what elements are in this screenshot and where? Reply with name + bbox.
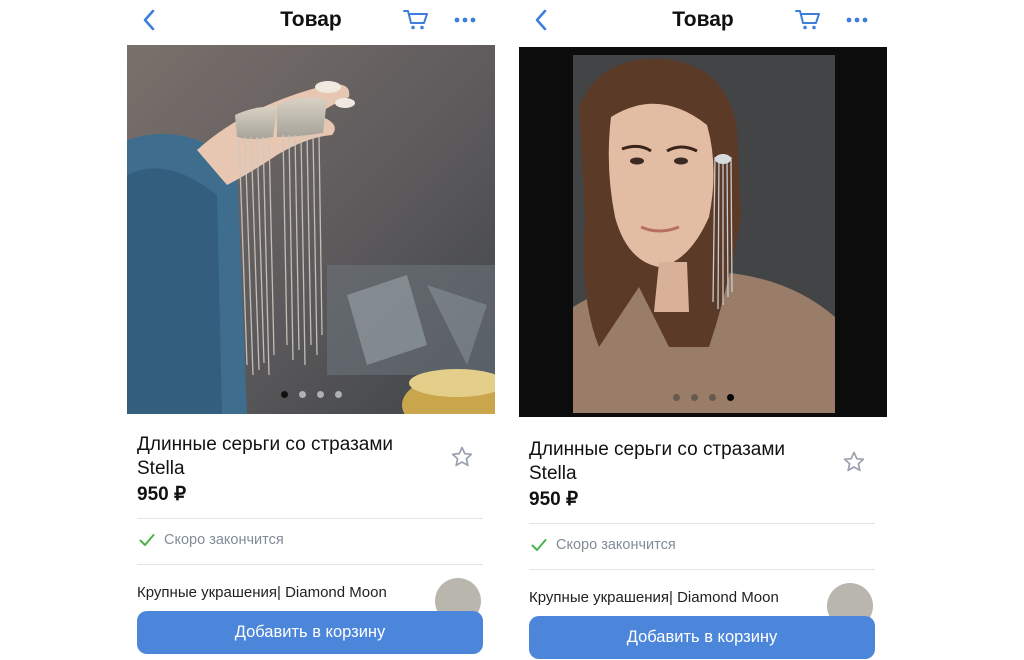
back-button[interactable] (527, 6, 555, 34)
product-image-gallery[interactable] (519, 47, 887, 417)
product-screen-right: Товар Длинные серьги со стразами Stella … (519, 0, 887, 660)
cart-button[interactable] (401, 6, 431, 34)
product-title: Длинные серьги со стразами Stella (137, 434, 394, 479)
product-price: 950 ₽ (137, 484, 187, 505)
more-button[interactable] (449, 6, 481, 34)
pagination-dot[interactable] (672, 394, 680, 401)
product-price: 950 ₽ (529, 489, 579, 510)
stock-status: Скоро закончится (531, 537, 676, 553)
stock-status-text: Скоро закончится (556, 537, 676, 553)
pagination-dot[interactable] (726, 394, 734, 401)
check-icon (531, 539, 547, 551)
star-outline-icon (843, 451, 865, 472)
pagination-dot[interactable] (708, 394, 716, 401)
more-horizontal-icon (846, 17, 868, 23)
add-to-cart-button[interactable]: Добавить в корзину (137, 611, 483, 654)
cart-icon (403, 10, 428, 30)
divider (529, 569, 875, 570)
add-to-cart-button[interactable]: Добавить в корзину (529, 616, 875, 659)
pagination-dot[interactable] (690, 394, 698, 401)
favorite-button[interactable] (840, 448, 868, 476)
divider (529, 523, 875, 524)
stock-status-text: Скоро закончится (164, 532, 284, 548)
shop-name[interactable]: Крупные украшения| Diamond Moon (137, 584, 387, 601)
product-title: Длинные серьги со стразами Stella (529, 439, 786, 484)
product-image-gallery[interactable] (127, 45, 495, 414)
check-icon (139, 534, 155, 546)
navigation-bar: Товар (127, 0, 495, 42)
back-button[interactable] (135, 6, 163, 34)
shop-name[interactable]: Крупные украшения| Diamond Moon (529, 589, 779, 606)
cart-icon (795, 10, 820, 30)
stock-status: Скоро закончится (139, 532, 284, 548)
more-button[interactable] (841, 6, 873, 34)
pagination-dot[interactable] (298, 391, 306, 398)
page-title: Товар (280, 8, 342, 31)
divider (137, 564, 483, 565)
woman-wearing-earring-photo (519, 47, 887, 417)
divider (137, 518, 483, 519)
gallery-pagination (127, 391, 495, 398)
pagination-dot[interactable] (280, 391, 288, 398)
star-outline-icon (451, 446, 473, 467)
navigation-bar: Товар (519, 0, 887, 42)
cart-button[interactable] (793, 6, 823, 34)
more-horizontal-icon (454, 17, 476, 23)
pagination-dot[interactable] (316, 391, 324, 398)
chevron-left-icon (535, 9, 547, 31)
pagination-dot[interactable] (334, 391, 342, 398)
gallery-pagination (519, 394, 887, 401)
favorite-button[interactable] (448, 443, 476, 471)
chevron-left-icon (143, 9, 155, 31)
page-title: Товар (672, 8, 734, 31)
earrings-held-in-hand-photo (127, 45, 495, 414)
product-screen-left: Товар Длинные серьги со стразами Stella … (127, 0, 495, 660)
